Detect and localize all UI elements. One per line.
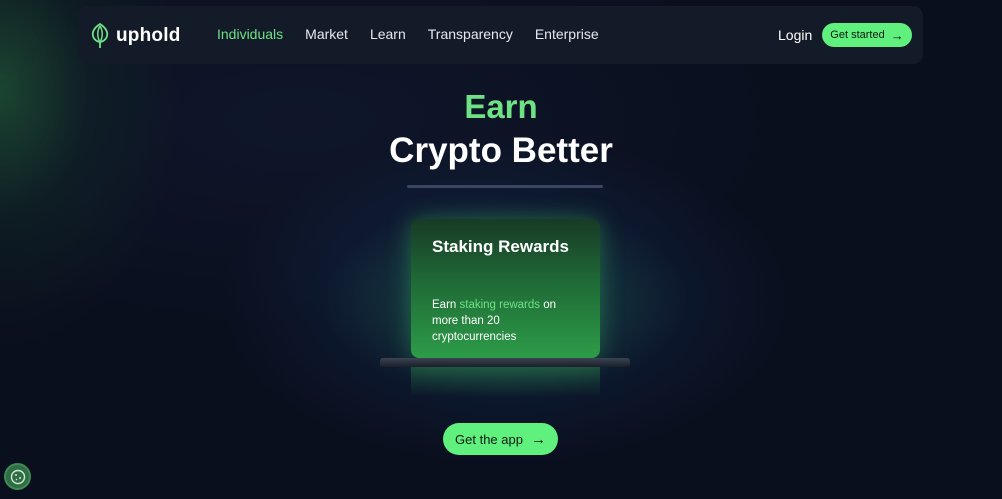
nav-link-learn[interactable]: Learn (370, 26, 406, 42)
logo[interactable]: uphold (90, 22, 181, 50)
get-the-app-button[interactable]: Get the app → (443, 423, 558, 455)
cookie-icon (10, 469, 25, 484)
card-description: Earn staking rewards on more than 20 cry… (432, 297, 582, 345)
nav-link-enterprise[interactable]: Enterprise (535, 26, 599, 42)
main-nav: Individuals Market Learn Transparency En… (217, 26, 621, 42)
login-link[interactable]: Login (778, 27, 812, 43)
nav-link-market[interactable]: Market (305, 26, 348, 42)
hero-divider (407, 185, 603, 188)
card-stand (380, 358, 630, 367)
hero-title-accent: Earn (464, 88, 538, 125)
get-started-button[interactable]: Get started → (822, 23, 912, 47)
logo-text: uphold (116, 25, 181, 46)
nav-link-transparency[interactable]: Transparency (428, 26, 513, 42)
top-navbar: uphold Individuals Market Learn Transpar… (78, 6, 923, 64)
staking-rewards-link[interactable]: staking rewards (460, 299, 541, 311)
hero-title: Crypto Better (389, 131, 613, 170)
get-started-label: Get started (830, 29, 885, 41)
card-body-prefix: Earn (432, 299, 460, 311)
uphold-logo-icon (91, 22, 109, 48)
card-title: Staking Rewards (432, 237, 569, 256)
staking-rewards-card: Staking Rewards Earn staking rewards on … (411, 219, 600, 358)
cookie-settings-button[interactable] (4, 463, 31, 490)
arrow-right-icon: → (890, 27, 904, 43)
get-the-app-label: Get the app (455, 431, 523, 447)
card-reflection (411, 367, 600, 397)
nav-link-individuals[interactable]: Individuals (217, 26, 283, 42)
arrow-right-icon: → (530, 430, 546, 448)
